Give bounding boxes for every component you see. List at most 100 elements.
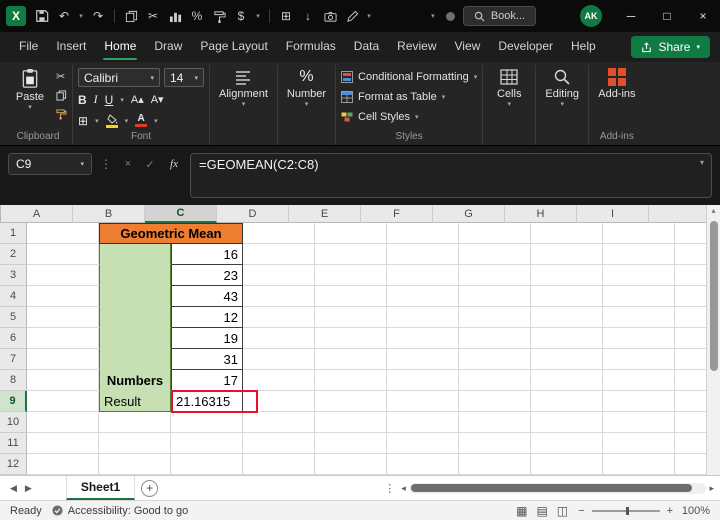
- cell-C10[interactable]: [171, 412, 243, 433]
- cell-F11[interactable]: [387, 433, 459, 454]
- page-break-view-icon[interactable]: ◫: [557, 504, 568, 518]
- cell-C9[interactable]: 21.16315: [171, 391, 243, 412]
- cell-E6[interactable]: [315, 328, 387, 349]
- cell-I1[interactable]: [603, 223, 675, 244]
- column-header-E[interactable]: E: [289, 205, 361, 223]
- column-header-H[interactable]: H: [505, 205, 577, 223]
- borders-button[interactable]: ⊞: [78, 114, 88, 128]
- row-header-1[interactable]: 1: [0, 223, 27, 244]
- menu-item-developer[interactable]: Developer: [489, 32, 562, 62]
- cell-H1[interactable]: [531, 223, 603, 244]
- cell-B3[interactable]: [99, 265, 171, 286]
- cell-I10[interactable]: [603, 412, 675, 433]
- cell-I4[interactable]: [603, 286, 675, 307]
- cell-B9[interactable]: Result: [99, 391, 171, 412]
- vertical-scrollbar-thumb[interactable]: [710, 221, 718, 371]
- vertical-scrollbar[interactable]: ▴: [706, 205, 720, 475]
- cell-G3[interactable]: [459, 265, 531, 286]
- row-header-11[interactable]: 11: [0, 433, 27, 454]
- horizontal-scrollbar-thumb[interactable]: [411, 484, 693, 492]
- zoom-level[interactable]: 100%: [680, 505, 710, 517]
- zoom-out-icon[interactable]: −: [578, 505, 584, 517]
- select-all-corner[interactable]: [0, 205, 1, 223]
- cell-G1[interactable]: [459, 223, 531, 244]
- cell-H9[interactable]: [531, 391, 603, 412]
- menu-item-data[interactable]: Data: [345, 32, 388, 62]
- shrink-font-button[interactable]: A▾: [151, 93, 164, 106]
- borders-chevron-icon[interactable]: ▾: [95, 117, 99, 125]
- normal-view-icon[interactable]: ▦: [516, 504, 527, 518]
- cell-I8[interactable]: [603, 370, 675, 391]
- cell-I2[interactable]: [603, 244, 675, 265]
- grow-font-button[interactable]: A▴: [131, 93, 144, 106]
- format-as-table-button[interactable]: Format as Table ▾: [341, 88, 477, 105]
- scroll-left-icon[interactable]: ◂: [401, 483, 406, 494]
- share-button[interactable]: Share ▾: [631, 36, 710, 58]
- cell-F12[interactable]: [387, 454, 459, 475]
- cell-A3[interactable]: [27, 265, 99, 286]
- cell-F1[interactable]: [387, 223, 459, 244]
- cell-G10[interactable]: [459, 412, 531, 433]
- cell-F5[interactable]: [387, 307, 459, 328]
- horizontal-scrollbar-track[interactable]: [409, 483, 707, 494]
- column-header-C[interactable]: C: [145, 205, 217, 223]
- currency-icon[interactable]: $: [231, 4, 251, 28]
- sheet-bar-divider[interactable]: ⋮: [384, 482, 395, 495]
- cut-button[interactable]: ✂: [56, 69, 67, 84]
- titlebar-chevron-icon[interactable]: ▾: [428, 4, 438, 28]
- alignment-button[interactable]: Alignment ▾: [215, 66, 272, 109]
- cell-H5[interactable]: [531, 307, 603, 328]
- cell-H10[interactable]: [531, 412, 603, 433]
- cell-F2[interactable]: [387, 244, 459, 265]
- cell-B2[interactable]: [99, 244, 171, 265]
- underline-chevron-icon[interactable]: ▾: [120, 96, 124, 104]
- cell-G11[interactable]: [459, 433, 531, 454]
- cell-H12[interactable]: [531, 454, 603, 475]
- menu-item-page-layout[interactable]: Page Layout: [191, 32, 276, 62]
- cell-H2[interactable]: [531, 244, 603, 265]
- close-button[interactable]: ×: [686, 0, 720, 32]
- addins-button[interactable]: Add-ins: [594, 66, 639, 102]
- cell-F4[interactable]: [387, 286, 459, 307]
- cell-E4[interactable]: [315, 286, 387, 307]
- cell-E5[interactable]: [315, 307, 387, 328]
- menu-item-draw[interactable]: Draw: [145, 32, 191, 62]
- cell-G8[interactable]: [459, 370, 531, 391]
- menu-item-formulas[interactable]: Formulas: [277, 32, 345, 62]
- cell-B6[interactable]: [99, 328, 171, 349]
- sheet-tab-sheet1[interactable]: Sheet1: [66, 476, 135, 500]
- cell-D4[interactable]: [243, 286, 315, 307]
- cell-C5[interactable]: 12: [171, 307, 243, 328]
- cell-H4[interactable]: [531, 286, 603, 307]
- cell-B11[interactable]: [99, 433, 171, 454]
- cell-A12[interactable]: [27, 454, 99, 475]
- redo-icon[interactable]: ↷: [88, 4, 108, 28]
- menu-item-review[interactable]: Review: [388, 32, 445, 62]
- cell-I11[interactable]: [603, 433, 675, 454]
- cell-I12[interactable]: [603, 454, 675, 475]
- page-layout-view-icon[interactable]: ▤: [536, 504, 547, 518]
- conditional-formatting-button[interactable]: Conditional Formatting ▾: [341, 68, 477, 85]
- copy-icon[interactable]: [121, 4, 141, 28]
- cell-I6[interactable]: [603, 328, 675, 349]
- cell-B12[interactable]: [99, 454, 171, 475]
- fill-color-button[interactable]: [106, 114, 118, 128]
- cell-G7[interactable]: [459, 349, 531, 370]
- underline-button[interactable]: U: [105, 93, 114, 107]
- cell-D5[interactable]: [243, 307, 315, 328]
- cell-I3[interactable]: [603, 265, 675, 286]
- formula-input[interactable]: =GEOMEAN(C2:C8) ▾: [190, 153, 712, 198]
- row-header-6[interactable]: 6: [0, 328, 27, 349]
- chart-icon[interactable]: [165, 4, 185, 28]
- format-painter-button[interactable]: [56, 107, 67, 122]
- cell-E8[interactable]: [315, 370, 387, 391]
- italic-button[interactable]: I: [94, 92, 98, 107]
- cell-C4[interactable]: 43: [171, 286, 243, 307]
- undo-icon[interactable]: ↶: [54, 4, 74, 28]
- cell-E3[interactable]: [315, 265, 387, 286]
- confirm-entry-button[interactable]: ✓: [142, 153, 158, 175]
- row-header-8[interactable]: 8: [0, 370, 27, 391]
- row-header-9[interactable]: 9: [0, 391, 27, 412]
- cell-D12[interactable]: [243, 454, 315, 475]
- cell-A6[interactable]: [27, 328, 99, 349]
